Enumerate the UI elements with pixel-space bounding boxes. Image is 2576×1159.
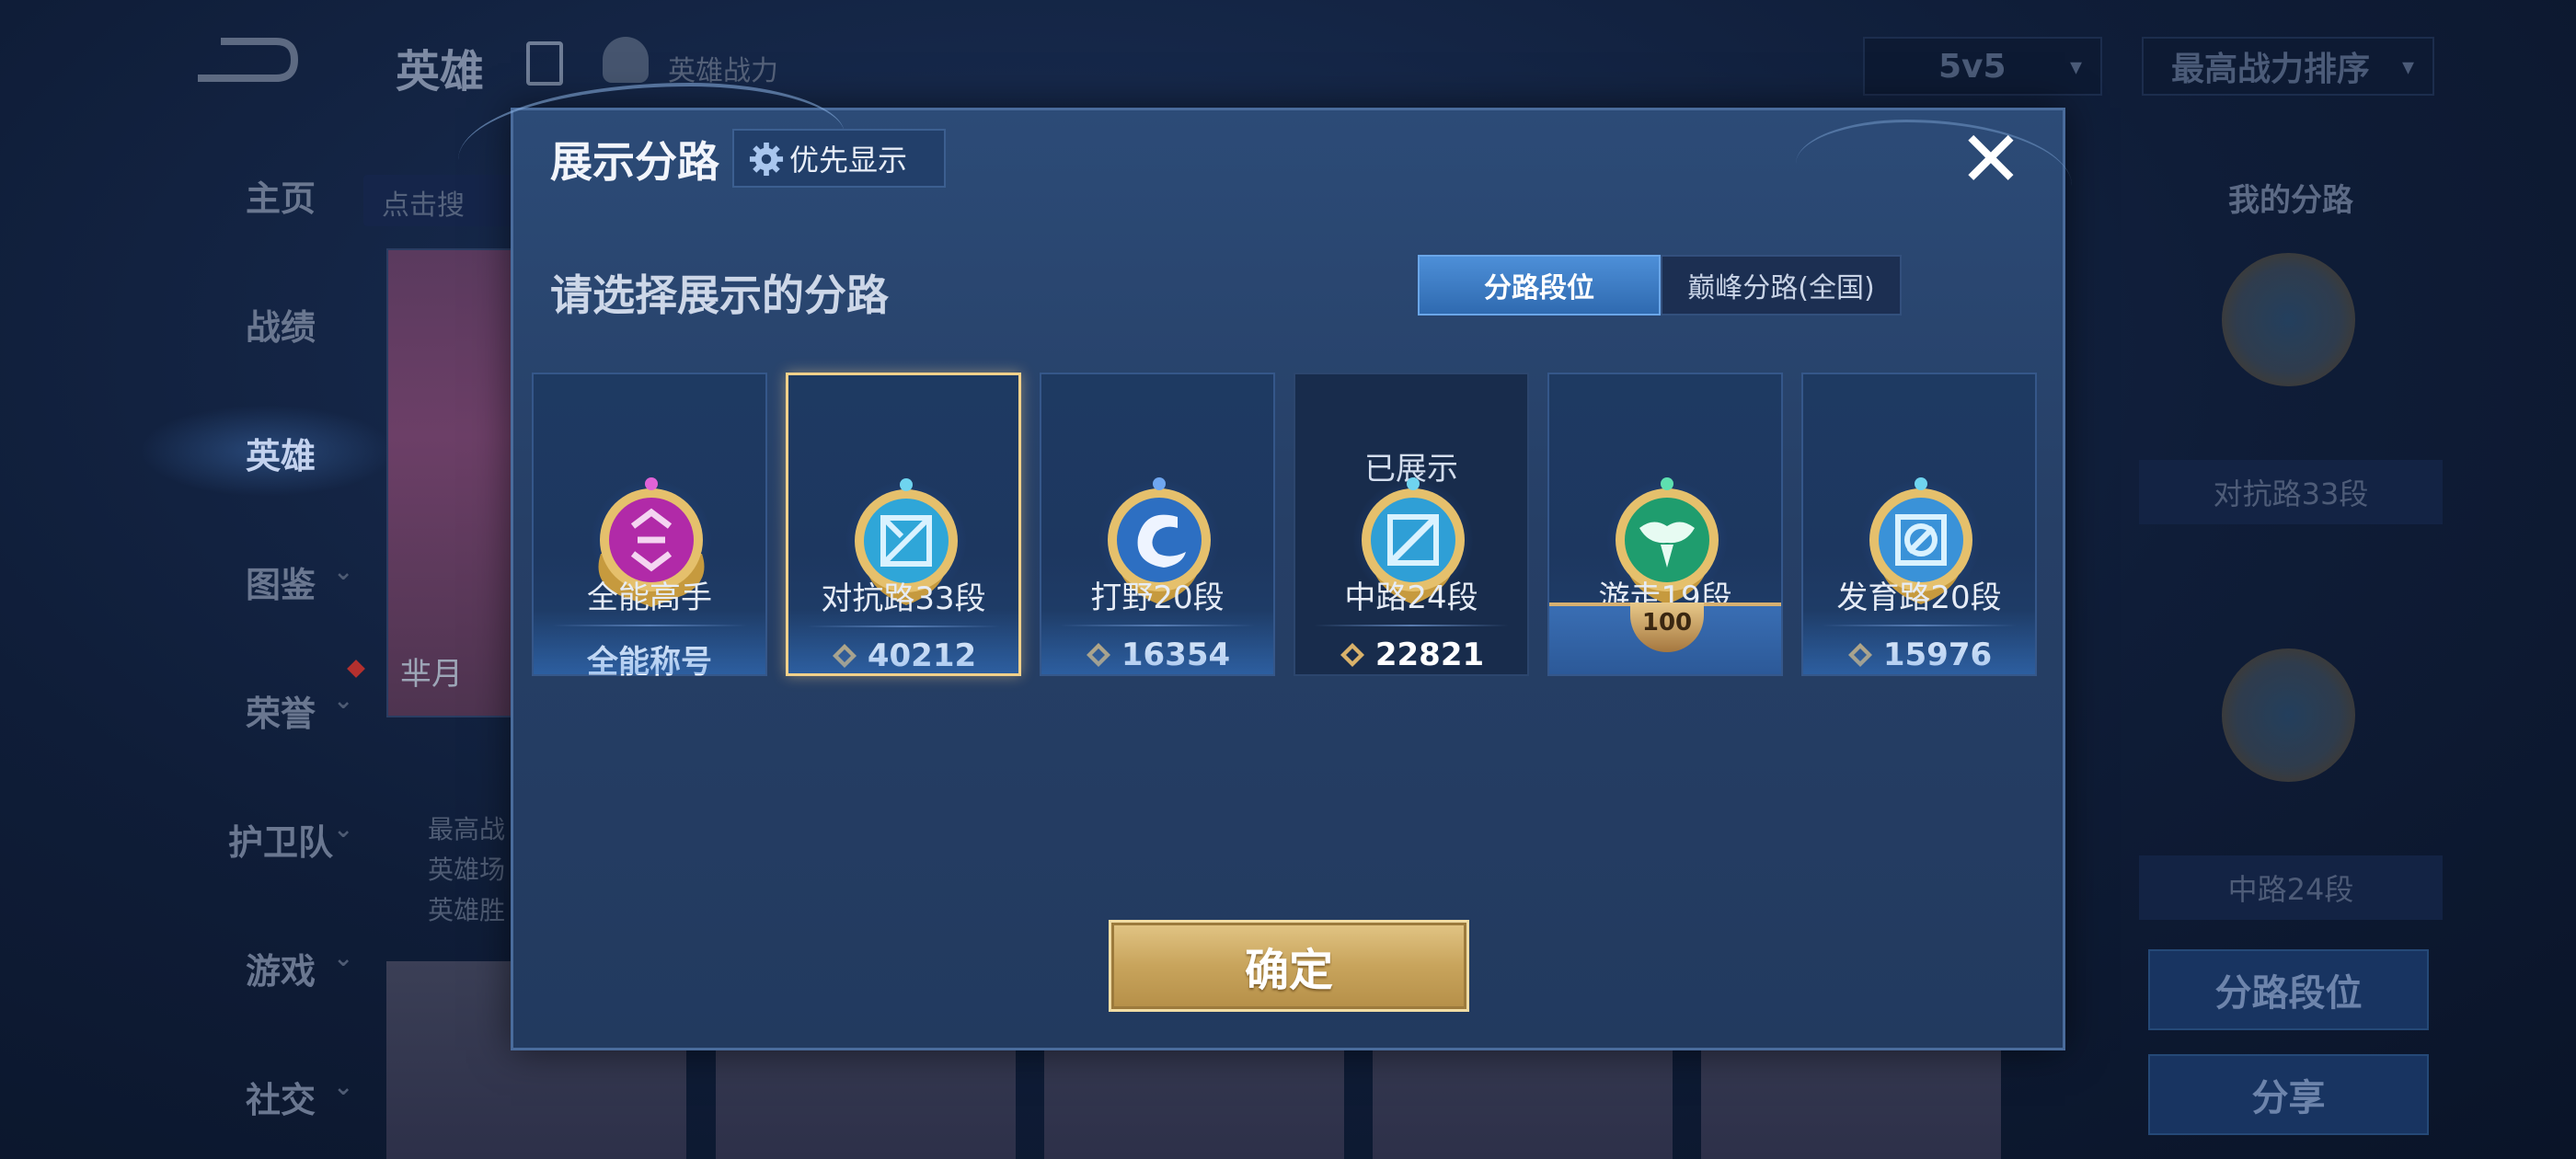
hero-stat: 英雄胜: [428, 895, 506, 925]
nav-label: 战绩: [245, 307, 316, 348]
lane-display-dialog: 展示分路 优先显示 ✕ 请选择展示的分路 分路段位 巅峰分路(全国) 全能高手 …: [458, 83, 2072, 1050]
rank-crest-value: 100: [1641, 609, 1693, 637]
nav-item-games[interactable]: 游戏 ⌄: [175, 943, 386, 993]
share-button[interactable]: 分享: [2148, 1054, 2429, 1135]
nav-label: 图鉴: [245, 565, 316, 605]
priority-display-label: 优先显示: [789, 143, 908, 178]
lane-card-clash[interactable]: 对抗路33段 40212: [786, 373, 1021, 676]
nav-label: 英雄: [245, 436, 316, 476]
decorative-swirl: [1796, 120, 2072, 230]
sort-select[interactable]: 最高战力排序 ▾: [2142, 37, 2434, 96]
nav-item-records[interactable]: 战绩: [175, 299, 386, 350]
lane-card-all-round[interactable]: 全能高手 全能称号: [532, 373, 767, 681]
lane-cards: 全能高手 全能称号 对抗路33段 40212: [532, 373, 2050, 681]
nav-label: 荣誉: [245, 694, 316, 734]
mode-select[interactable]: 5v5 ▾: [1863, 37, 2102, 96]
chevron-down-icon: ⌄: [333, 816, 353, 843]
close-icon[interactable]: ✕: [1954, 120, 2028, 198]
card-glow: [1041, 610, 1273, 674]
lane-emblem-icon: [2222, 648, 2355, 782]
chevron-down-icon: ▾: [2069, 53, 2082, 81]
back-arrow-icon[interactable]: [189, 32, 299, 87]
list-icon[interactable]: [526, 41, 563, 86]
chevron-down-icon: ⌄: [333, 1073, 353, 1101]
rank-plaque: 100: [1549, 602, 1781, 674]
hero-power-icon[interactable]: [603, 37, 649, 83]
nav-item-honor[interactable]: 荣誉 ⌄: [175, 685, 386, 736]
lane-emblem-icon: [2222, 253, 2355, 386]
card-glow: [534, 610, 765, 674]
hero-name: 芈月: [400, 656, 463, 693]
divider: [1314, 625, 1509, 626]
confirm-button[interactable]: 确定: [1109, 920, 1469, 1012]
lane-rank-button[interactable]: 分路段位: [2148, 949, 2429, 1030]
nav-label: 主页: [245, 178, 316, 219]
lane-card-jungle[interactable]: 打野20段 16354: [1040, 373, 1275, 676]
lane-card-mid[interactable]: 已展示 中路24段 22821: [1294, 373, 1529, 676]
rank-crest: 100: [1630, 602, 1704, 652]
tab-lane-rank[interactable]: 分路段位: [1418, 255, 1661, 316]
card-glow: [1803, 610, 2035, 674]
hero-stats: 最高战 英雄场 英雄胜: [428, 809, 505, 931]
tab-peak-lane[interactable]: 巅峰分路(全国): [1661, 255, 1902, 316]
power-icon: [1340, 643, 1364, 667]
hero-stat: 最高战: [428, 814, 506, 844]
nav-label: 护卫队: [227, 822, 333, 863]
nav-item-home[interactable]: 主页: [175, 170, 386, 221]
lane-card-roam[interactable]: 游走19段 100: [1547, 373, 1783, 676]
chevron-down-icon: ⌄: [333, 687, 353, 715]
my-lanes-title: 我的分路: [2228, 182, 2353, 219]
priority-display-button[interactable]: 优先显示: [732, 129, 946, 188]
hero-card[interactable]: [386, 248, 515, 717]
nav-item-codex[interactable]: 图鉴 ⌄: [175, 557, 386, 607]
notification-dot: [347, 660, 365, 678]
chevron-down-icon: ⌄: [333, 558, 353, 586]
lane-chip: 对抗路33段: [2139, 460, 2443, 524]
chevron-down-icon: ▾: [2401, 53, 2414, 81]
sort-select-value: 最高战力排序: [2171, 51, 2371, 88]
chevron-down-icon: ⌄: [333, 945, 353, 972]
mode-select-value: 5v5: [1938, 47, 2007, 86]
nav-item-guard[interactable]: 护卫队 ⌄: [175, 814, 386, 865]
nav-label: 社交: [245, 1080, 316, 1120]
lane-power-value: 22821: [1374, 637, 1485, 673]
hero-stat: 英雄场: [428, 855, 506, 885]
lane-card-farm[interactable]: 发育路20段 15976: [1801, 373, 2037, 676]
lane-power: 22821: [1295, 637, 1527, 673]
dialog-subtitle: 请选择展示的分路: [550, 270, 889, 320]
dialog-title: 展示分路: [550, 137, 719, 187]
gear-icon: [749, 142, 784, 177]
page-title: 英雄: [396, 46, 485, 98]
nav-label: 游戏: [245, 951, 316, 992]
lane-chip: 中路24段: [2139, 855, 2443, 920]
card-glow: [788, 609, 1018, 673]
nav-item-social[interactable]: 社交 ⌄: [175, 1072, 386, 1122]
lane-name: 中路24段: [1344, 580, 1478, 616]
nav-item-heroes[interactable]: 英雄: [175, 428, 386, 478]
